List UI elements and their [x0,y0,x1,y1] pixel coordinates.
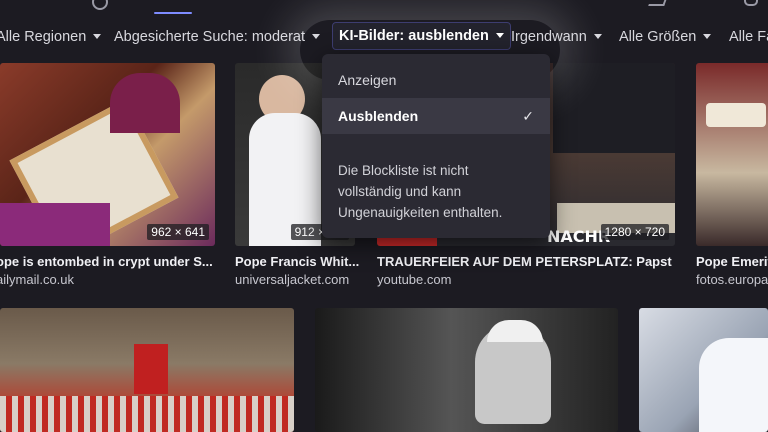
image-result[interactable] [0,308,294,432]
chevron-down-icon [593,33,602,39]
region-filter[interactable]: Alle Regionen [0,24,102,50]
color-filter[interactable]: Alle Fa [729,24,768,50]
dropdown-option-hide[interactable]: Ausblenden ✓ [322,98,550,134]
safe-search-filter[interactable]: Abgesicherte Suche: moderat [114,24,321,50]
image-dimensions: 1280 × 720 [600,224,669,240]
dropdown-option-hide-label: Ausblenden [338,108,419,124]
image-dimensions: 962 × 641 [147,224,209,240]
image-content [553,63,675,153]
chevron-down-icon [703,33,712,39]
image-content [706,103,766,127]
blocklist-note: Die Blockliste ist nicht vollständig und… [338,163,503,220]
result-source[interactable]: ailymail.co.uk [0,272,215,287]
active-tab-indicator [154,12,192,14]
result-title[interactable]: ope is entombed in crypt under S... [0,254,215,269]
image-content [0,203,110,246]
region-filter-label: Alle Regionen [0,29,87,45]
color-filter-label: Alle Fa [729,29,768,45]
result-source[interactable]: universaljacket.com [235,272,359,287]
result-source[interactable]: youtube.com [377,272,675,287]
dropdown-option-show-label: Anzeigen [338,72,397,88]
ai-images-filter-label: KI-Bilder: ausblenden [339,28,489,44]
size-filter-label: Alle Größen [619,29,697,45]
chat-icon[interactable] [648,0,668,6]
image-content [487,320,543,342]
image-result[interactable] [696,63,768,246]
result-title[interactable]: Pope Francis Whit... [235,254,359,269]
image-content [110,73,180,133]
checkmark-icon: ✓ [522,108,534,124]
result-title[interactable]: TRAUERFEIER AUF DEM PETERSPLATZ: Papst .… [377,254,675,269]
search-icon[interactable] [92,0,108,10]
result-source[interactable]: fotos.europa [696,272,768,287]
chevron-down-icon [93,33,102,39]
image-result[interactable]: 962 × 641 [0,63,215,246]
size-filter[interactable]: Alle Größen [619,24,712,50]
ai-images-dropdown: Anzeigen Ausblenden ✓ Die Blockliste ist… [322,54,550,238]
chevron-down-icon [312,33,321,39]
filter-bar: Alle Regionen Abgesicherte Suche: modera… [0,18,768,56]
image-content [0,396,294,432]
image-content [699,338,768,432]
ai-images-filter[interactable]: KI-Bilder: ausblenden [332,22,511,50]
time-filter[interactable]: Irgendwann [511,24,602,50]
image-result[interactable] [639,308,768,432]
image-content [134,344,168,394]
settings-icon[interactable] [744,0,758,6]
chevron-down-icon [495,32,504,38]
top-navigation-bar [0,0,768,18]
image-result[interactable] [315,308,618,432]
safe-search-filter-label: Abgesicherte Suche: moderat [114,29,306,45]
dropdown-option-show[interactable]: Anzeigen [322,62,550,98]
time-filter-label: Irgendwann [511,29,587,45]
result-title[interactable]: Pope Emerit [696,254,768,269]
